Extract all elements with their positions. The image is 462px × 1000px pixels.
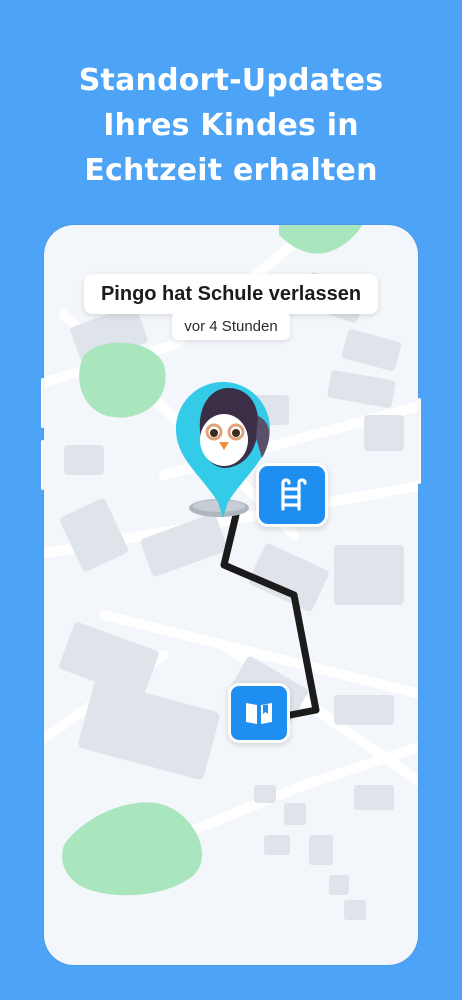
- event-time-label: vor 4 Stunden: [172, 312, 290, 340]
- school-marker[interactable]: [228, 683, 290, 743]
- book-icon: [246, 703, 272, 724]
- headline-line-2: Ihres Kindes in: [103, 108, 359, 143]
- event-title-text: Pingo hat Schule verlassen: [100, 282, 362, 305]
- swimming-pool-icon: [281, 478, 307, 511]
- headline-line-3: Echtzeit erhalten: [84, 153, 378, 188]
- event-title-label: Pingo hat Schule verlassen: [84, 274, 378, 314]
- headline: Standort-Updates Ihres Kindes in Echtzei…: [0, 58, 462, 193]
- event-time-text: vor 4 Stunden: [184, 317, 278, 335]
- pool-marker[interactable]: [256, 463, 328, 527]
- headline-line-1: Standort-Updates: [78, 63, 384, 98]
